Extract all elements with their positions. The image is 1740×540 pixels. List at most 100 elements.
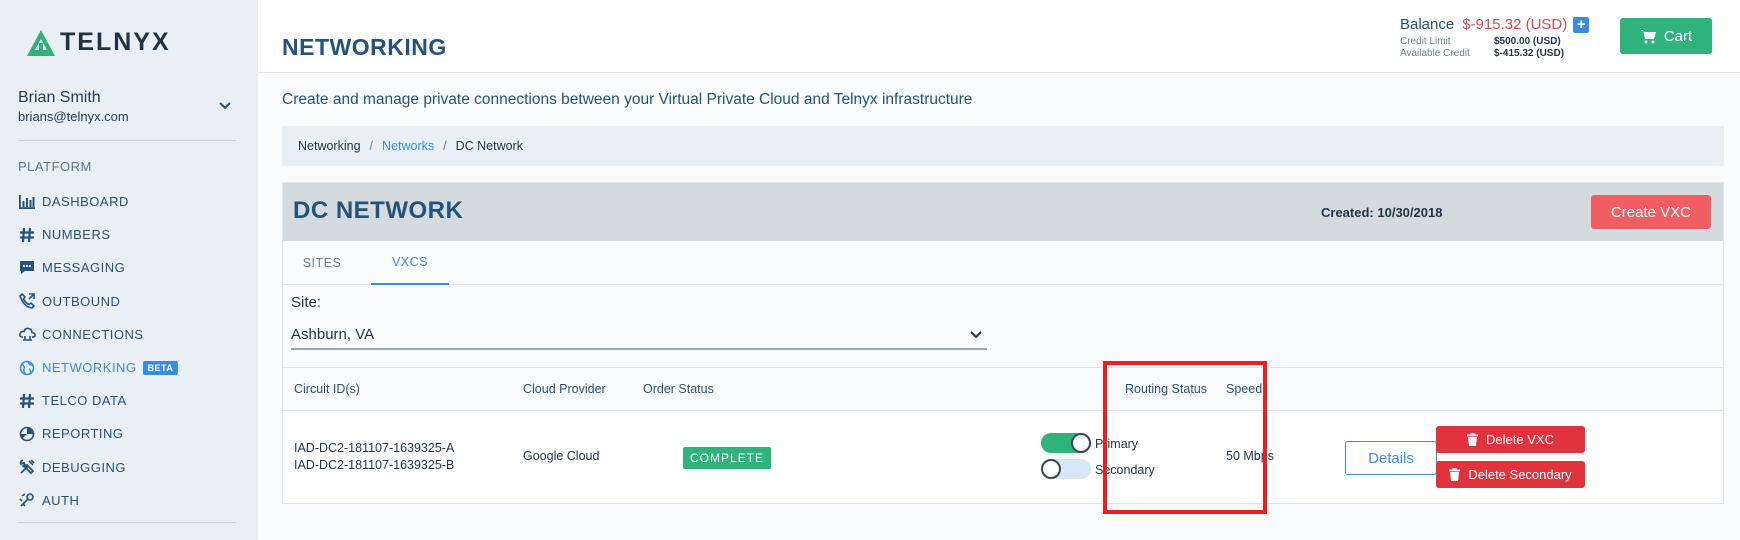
created-date: Created: 10/30/2018 [1321,205,1442,220]
chat-icon [18,259,36,277]
sidebar-item-label: REPORTING [42,426,124,442]
cloud-connection-icon [18,325,36,343]
delete-vxc-button[interactable]: Delete VXC [1436,426,1585,453]
bar-chart-icon [18,193,36,211]
secondary-routing-label: Secondary [1095,463,1155,477]
top-bar: NETWORKING Balance $-915.32 (USD) + Cred… [258,0,1740,73]
site-select-value: Ashburn, VA [291,325,375,343]
table-header: Circuit ID(s) Cloud Provider Order Statu… [283,367,1723,411]
cloud-provider: Google Cloud [523,449,600,463]
sidebar-item-label: NETWORKING [42,360,137,376]
beta-badge: BETA [142,360,179,375]
cart-button[interactable]: Cart [1620,18,1712,54]
section-label-platform: PLATFORM [18,159,92,174]
create-vxc-button[interactable]: Create VXC [1591,195,1711,229]
sidebar-item-label: DEBUGGING [42,459,126,475]
toggle-knob [1041,459,1061,479]
sidebar-item-debugging[interactable]: DEBUGGING [18,451,178,484]
breadcrumb-networking[interactable]: Networking [298,139,361,153]
cart-label: Cart [1663,27,1693,45]
hash-icon [18,226,36,244]
page-description: Create and manage private connections be… [282,91,973,108]
created-label: Created: [1321,205,1374,220]
user-menu[interactable]: Brian Smith brians@telnyx.com [18,89,232,124]
credit-limit-label: Credit Limit [1400,36,1451,47]
cart-icon [1639,29,1656,43]
circuit-id-a: IAD-DC2-181107-1639325-A [294,441,455,455]
sidebar-item-label: OUTBOUND [42,293,121,309]
site-select[interactable]: Ashburn, VA [291,320,987,350]
speed-value: 50 Mbps [1226,449,1274,463]
order-status-badge: COMPLETE [683,447,772,469]
sidebar-item-numbers[interactable]: NUMBERS [18,218,178,251]
available-credit-value: $-415.32 (USD) [1494,48,1565,59]
page-title: NETWORKING [282,34,447,60]
sidebar-item-outbound[interactable]: OUTBOUND [18,285,178,318]
main-content: NETWORKING Balance $-915.32 (USD) + Cred… [258,0,1740,540]
sidebar-item-label: DASHBOARD [42,194,129,210]
column-header-speed: Speed [1226,382,1263,396]
globe-icon [18,359,36,377]
column-header-order-status: Order Status [643,382,714,396]
brand-name: TELNYX [60,28,171,56]
sidebar-item-reporting[interactable]: REPORTING [18,417,178,450]
sidebar-item-label: TELCO DATA [42,393,127,409]
tab-vxcs[interactable]: VXCS [371,241,449,285]
circuit-id-b: IAD-DC2-181107-1639325-B [294,458,455,472]
breadcrumb-separator: / [443,139,447,153]
sidebar: TELNYX Brian Smith brians@telnyx.com PLA… [0,0,258,540]
network-tabs: SITES VXCS [283,241,1723,285]
chevron-down-icon[interactable] [218,99,232,113]
toggle-knob [1071,433,1091,453]
user-email: brians@telnyx.com [18,109,129,124]
sidebar-divider [18,140,236,141]
sidebar-divider [18,522,236,523]
sidebar-item-connections[interactable]: CONNECTIONS [18,318,178,351]
sidebar-item-networking[interactable]: NETWORKING BETA [18,351,179,384]
plus-icon: + [1576,16,1586,33]
sidebar-item-telco-data[interactable]: TELCO DATA [18,384,178,417]
network-card-header: DC NETWORK Created: 10/30/2018 Create VX… [283,183,1723,241]
secondary-routing-toggle[interactable] [1041,459,1091,479]
delete-secondary-button[interactable]: Delete Secondary [1436,461,1585,488]
available-credit-label: Available Credit [1400,48,1470,59]
trash-icon [1467,433,1479,446]
hash-icon [18,392,36,410]
network-title: DC NETWORK [293,197,464,224]
credit-limit-value: $500.00 (USD) [1494,36,1561,47]
column-header-cloud-provider: Cloud Provider [523,382,606,396]
primary-routing-toggle[interactable] [1041,433,1091,453]
tab-sites[interactable]: SITES [283,241,361,285]
tools-icon [18,458,36,476]
phone-outbound-icon [18,292,36,310]
column-header-circuit-ids: Circuit ID(s) [294,382,360,396]
sidebar-item-dashboard[interactable]: DASHBOARD [18,185,178,218]
key-icon [18,491,36,509]
details-button[interactable]: Details [1345,441,1437,475]
delete-secondary-label: Delete Secondary [1468,467,1572,482]
sidebar-item-label: AUTH [42,492,80,508]
chevron-down-icon [970,331,982,339]
sidebar-item-auth[interactable]: AUTH [18,484,178,517]
sidebar-item-label: CONNECTIONS [42,326,144,342]
breadcrumb-networks[interactable]: Networks [382,139,434,153]
site-label: Site: [291,294,322,311]
balance-label: Balance [1400,16,1455,33]
network-card: DC NETWORK Created: 10/30/2018 Create VX… [282,182,1724,504]
balance-panel: Balance $-915.32 (USD) + Credit Limit $5… [1400,16,1590,59]
trash-icon [1449,468,1461,481]
breadcrumb: Networking / Networks / DC Network [282,126,1724,166]
sidebar-item-label: MESSAGING [42,260,126,276]
telnyx-logo[interactable]: TELNYX [26,28,171,57]
sidebar-nav: DASHBOARD NUMBERS MESSAGING OUTBOUND CON… [18,185,179,517]
breadcrumb-separator: / [369,139,374,153]
balance-value: $-915.32 (USD) [1462,16,1568,33]
pie-chart-icon [18,425,36,443]
sidebar-item-messaging[interactable]: MESSAGING [18,251,178,284]
user-name: Brian Smith [18,89,101,106]
add-funds-button[interactable]: + [1573,16,1590,33]
telnyx-logo-icon [27,29,55,56]
column-header-routing-status: Routing Status [1125,382,1207,396]
table-row: IAD-DC2-181107-1639325-A IAD-DC2-181107-… [283,411,1723,503]
primary-routing-label: Primary [1095,437,1139,451]
